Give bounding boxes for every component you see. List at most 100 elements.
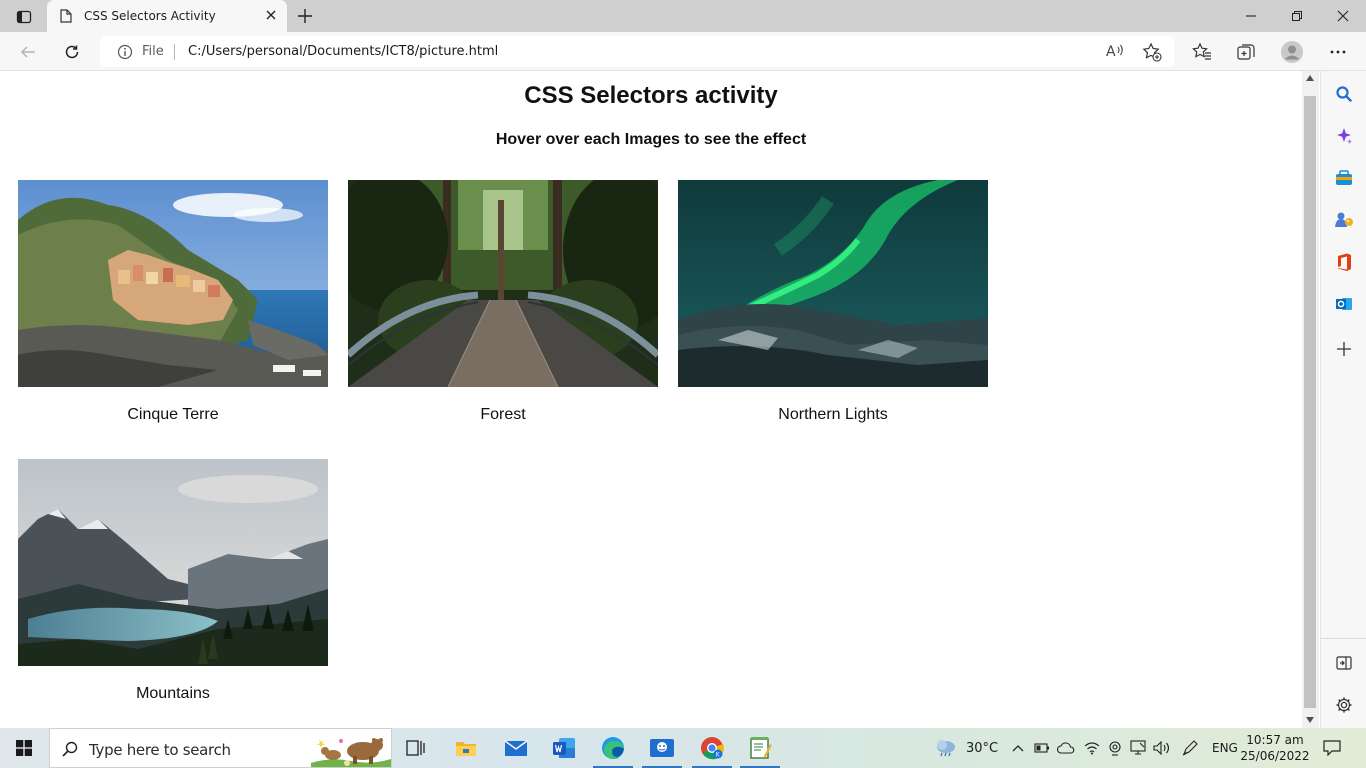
battery-tray-button[interactable] [1032, 738, 1052, 758]
settings-menu-button[interactable] [1324, 39, 1352, 65]
image-card-cinque-terre[interactable]: Cinque Terre [18, 180, 328, 424]
new-tab-button[interactable] [292, 5, 318, 27]
collections-icon [1237, 44, 1255, 60]
forest-image[interactable] [348, 180, 658, 387]
scroll-down-arrow[interactable] [1306, 717, 1314, 723]
meet-now-tray-button[interactable] [1105, 738, 1125, 758]
clock[interactable]: 10:57 am 25/06/2022 [1240, 732, 1310, 764]
chrome-icon: K [701, 737, 724, 760]
copilot-icon [1337, 128, 1352, 144]
office-icon [1338, 253, 1351, 271]
scroll-up-arrow[interactable] [1306, 75, 1314, 81]
scroll-thumb[interactable] [1304, 96, 1316, 708]
search-placeholder: Type here to search [89, 741, 231, 759]
image-card-northern-lights[interactable]: Northern Lights [678, 180, 988, 424]
edge-button[interactable] [589, 728, 637, 768]
info-icon[interactable] [117, 44, 133, 60]
profile-button[interactable] [1278, 39, 1306, 65]
clock-time: 10:57 am [1246, 733, 1304, 747]
sidebar-outlook-button[interactable] [1330, 290, 1358, 318]
cloud-icon [1057, 742, 1075, 754]
title-bar: CSS Selectors Activity [0, 0, 1366, 32]
add-icon [1337, 342, 1351, 356]
page-title: CSS Selectors activity [524, 82, 778, 109]
task-view-button[interactable] [392, 728, 440, 768]
monitor-icon [1130, 740, 1146, 755]
speaker-icon [1153, 741, 1170, 755]
battery-icon [1034, 743, 1049, 753]
search-icon [1336, 86, 1353, 103]
show-hidden-icons-button[interactable] [1008, 738, 1028, 758]
pen-icon [1182, 740, 1198, 756]
restore-button[interactable] [1274, 0, 1320, 32]
weather-icon[interactable] [934, 738, 958, 758]
avatar-icon [1281, 41, 1303, 63]
chrome-button[interactable]: K [688, 728, 736, 768]
task-view-icon [406, 740, 425, 756]
tab-actions-icon [16, 10, 32, 24]
windows-taskbar: Type here to search K 30°C ENG 10:57 am … [0, 728, 1366, 768]
svg-text:A: A [1106, 44, 1116, 60]
tab-actions-button[interactable] [10, 6, 38, 28]
shopping-icon [1336, 170, 1352, 185]
word-button[interactable] [540, 728, 588, 768]
url-text[interactable]: C:/Users/personal/Documents/ICT8/picture… [188, 44, 498, 59]
sidebar-office-button[interactable] [1330, 248, 1358, 276]
sidebar-settings-button[interactable] [1330, 691, 1358, 719]
meet-button[interactable] [638, 728, 686, 768]
minimize-button[interactable] [1228, 0, 1274, 32]
image-caption: Mountains [136, 685, 210, 702]
split-screen-icon [1336, 656, 1352, 670]
image-card-forest[interactable]: Forest [348, 180, 658, 424]
refresh-button[interactable] [58, 39, 86, 65]
file-explorer-icon [456, 742, 476, 756]
close-tab-icon[interactable] [265, 9, 277, 21]
add-favorite-icon[interactable] [1142, 42, 1162, 62]
browser-tab[interactable]: CSS Selectors Activity [47, 0, 287, 32]
read-aloud-icon[interactable]: A [1105, 42, 1125, 60]
onedrive-tray-button[interactable] [1056, 738, 1076, 758]
restore-icon [1292, 11, 1302, 21]
sidebar-add-button[interactable] [1330, 335, 1358, 363]
more-icon [1330, 50, 1346, 54]
network-tray-button[interactable] [1082, 738, 1102, 758]
clock-date: 25/06/2022 [1240, 749, 1310, 763]
collections-button[interactable] [1232, 39, 1260, 65]
browser-toolbar: File C:/Users/personal/Documents/ICT8/pi… [0, 32, 1366, 71]
favorites-icon [1192, 42, 1211, 60]
volume-tray-button[interactable] [1152, 738, 1172, 758]
close-window-button[interactable] [1320, 0, 1366, 32]
display-tray-button[interactable] [1129, 738, 1149, 758]
weather-temperature[interactable]: 30°C [966, 741, 998, 756]
back-button[interactable] [14, 39, 42, 65]
file-explorer-button[interactable] [442, 728, 490, 768]
taskbar-search-box[interactable]: Type here to search [49, 728, 392, 768]
page-viewport: CSS Selectors activity Hover over each I… [0, 71, 1302, 728]
start-button[interactable] [0, 728, 48, 768]
sidebar-games-button[interactable] [1330, 206, 1358, 234]
cinque-terre-image[interactable] [18, 180, 328, 387]
mail-icon [504, 740, 528, 756]
sidebar-hide-button[interactable] [1330, 649, 1358, 677]
image-caption: Forest [480, 406, 526, 423]
notepad-button[interactable] [736, 728, 784, 768]
sidebar-copilot-button[interactable] [1330, 122, 1358, 150]
sidebar-shopping-button[interactable] [1330, 164, 1358, 192]
sidebar-search-button[interactable] [1330, 80, 1358, 108]
search-icon [62, 741, 78, 757]
pen-tray-button[interactable] [1180, 738, 1200, 758]
input-language[interactable]: ENG [1212, 741, 1238, 755]
refresh-icon [65, 45, 79, 59]
northern-lights-image[interactable] [678, 180, 988, 387]
mountains-image[interactable] [18, 459, 328, 666]
chevron-up-icon [1012, 745, 1024, 752]
minimize-icon [1246, 15, 1256, 17]
page-scrollbar[interactable] [1302, 71, 1319, 728]
image-card-mountains[interactable]: Mountains [18, 459, 328, 703]
address-bar[interactable]: File C:/Users/personal/Documents/ICT8/pi… [100, 36, 1174, 67]
mail-button[interactable] [492, 728, 540, 768]
divider [174, 44, 175, 60]
edge-icon [602, 737, 624, 760]
notifications-button[interactable] [1322, 738, 1342, 758]
favorites-button[interactable] [1188, 39, 1216, 65]
